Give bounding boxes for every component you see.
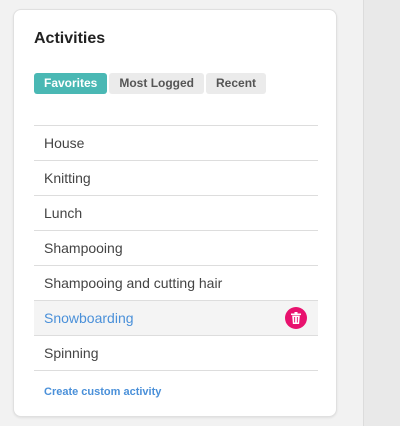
activity-label: Shampooing and cutting hair — [44, 275, 223, 291]
delete-activity-button[interactable] — [285, 307, 307, 329]
activity-label: Lunch — [44, 205, 83, 221]
activity-tabs: Favorites Most Logged Recent — [34, 73, 267, 94]
activity-label: Shampooing — [44, 240, 123, 256]
panel-title: Activities — [34, 30, 106, 47]
right-panel — [363, 0, 400, 426]
activity-item-knitting[interactable]: Knitting — [34, 161, 318, 196]
activity-item-shampooing-and-cutting-hair[interactable]: Shampooing and cutting hair — [34, 266, 318, 301]
tab-most-logged[interactable]: Most Logged — [109, 73, 205, 94]
activity-label: House — [44, 135, 85, 151]
activity-item-lunch[interactable]: Lunch — [34, 196, 318, 231]
tab-favorites[interactable]: Favorites — [34, 73, 108, 94]
trash-icon — [291, 312, 301, 324]
activity-item-snowboarding[interactable]: Snowboarding — [34, 301, 318, 336]
activity-item-house[interactable]: House — [34, 126, 318, 161]
activity-item-shampooing[interactable]: Shampooing — [34, 231, 318, 266]
activity-item-spinning[interactable]: Spinning — [34, 336, 318, 371]
activity-label: Knitting — [44, 170, 91, 186]
tab-recent[interactable]: Recent — [206, 73, 267, 94]
create-custom-activity-link[interactable]: Create custom activity — [44, 385, 161, 399]
activity-label: Spinning — [44, 345, 99, 361]
activities-panel: Activities Favorites Most Logged Recent … — [13, 9, 337, 417]
activity-list: House Knitting Lunch Shampooing Shampooi… — [34, 125, 318, 371]
activity-label: Snowboarding — [44, 310, 134, 326]
